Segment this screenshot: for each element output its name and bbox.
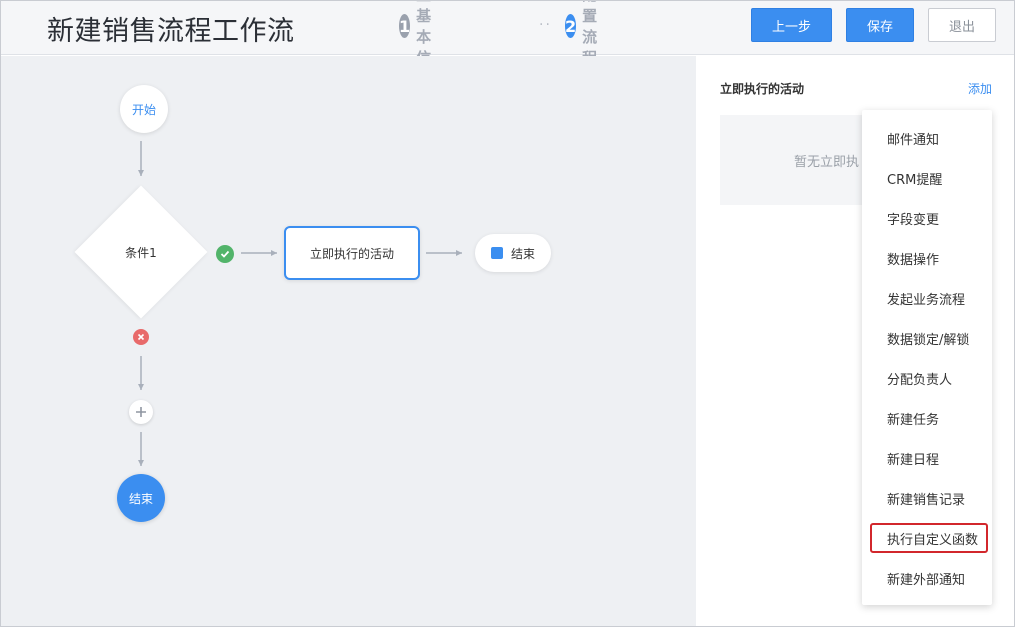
start-node[interactable]: 开始 [120,85,168,133]
menu-item-email-notify[interactable]: 邮件通知 [862,118,992,158]
menu-item-new-task[interactable]: 新建任务 [862,398,992,438]
end-square-icon [490,247,503,259]
step-2[interactable]: 2 配置流程 [565,1,610,67]
add-activity-link[interactable]: 添加 [968,80,992,97]
menu-item-data-operation[interactable]: 数据操作 [862,238,992,278]
step-separator: ·· [539,17,552,33]
menu-item-start-business-flow[interactable]: 发起业务流程 [862,278,992,318]
menu-item-data-lock[interactable]: 数据锁定/解锁 [862,318,992,358]
add-node-button[interactable] [129,400,153,424]
step-1[interactable]: 1 配置基本信息 [399,1,444,88]
empty-text: 暂无立即执 [794,155,860,170]
exit-button[interactable]: 退出 [928,8,996,42]
end-node-bottom[interactable]: 结束 [117,474,165,522]
step-2-number: 2 [565,14,577,38]
cross-circle-icon [133,329,149,345]
flow-connectors [138,141,462,466]
end-node-right-label: 结束 [510,246,535,261]
check-circle-icon [216,245,234,263]
save-button[interactable]: 保存 [846,8,914,42]
menu-item-highlight [870,523,988,553]
menu-item-assign-owner[interactable]: 分配负责人 [862,358,992,398]
menu-item-new-sales-record[interactable]: 新建销售记录 [862,478,992,518]
step-1-number: 1 [399,14,411,38]
plus-icon [136,407,146,417]
menu-item-crm-remind[interactable]: CRM提醒 [862,158,992,198]
menu-item-external-notify[interactable]: 新建外部通知 [862,558,992,598]
prev-step-button[interactable]: 上一步 [751,8,832,42]
end-node-right[interactable]: 结束 [475,234,551,272]
app-window: 新建销售流程工作流 1 配置基本信息 ·· 2 配置流程 上一步 保存 退出 [0,0,1015,627]
panel-title: 立即执行的活动 [720,82,805,96]
flow-canvas[interactable]: 开始 条件1 立即执行的活动 结束 结束 [1,56,696,626]
header: 新建销售流程工作流 1 配置基本信息 ·· 2 配置流程 上一步 保存 退出 [1,1,1014,88]
menu-item-new-schedule[interactable]: 新建日程 [862,438,992,478]
page-title: 新建销售流程工作流 [47,16,295,47]
condition-label: 条件1 [125,246,157,260]
menu-item-field-change[interactable]: 字段变更 [862,198,992,238]
activity-node[interactable]: 立即执行的活动 [284,226,420,280]
